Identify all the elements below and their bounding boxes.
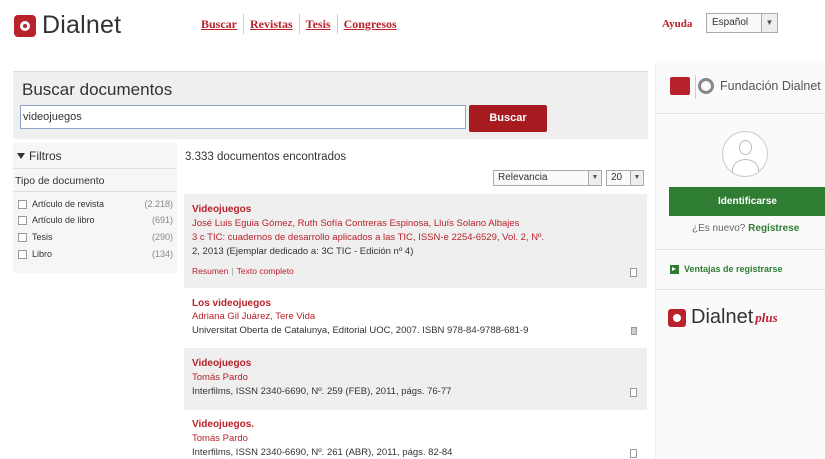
divider [656, 289, 825, 290]
dialnet-plus-icon [668, 308, 686, 327]
dialnet-plus-logo[interactable]: Dialnet plus [668, 306, 778, 329]
filter-count: (290) [151, 232, 173, 242]
benefits-link[interactable]: Ventajas de registrarse [670, 264, 783, 274]
resumen-link[interactable]: Resumen [192, 266, 228, 276]
avatar-head [739, 140, 752, 155]
filter-label: Tesis [32, 232, 53, 242]
result-item: Videojuegos. Tomás Pardo Interfilms, ISS… [184, 411, 647, 459]
separator: | [231, 266, 234, 276]
arrow-right-icon [670, 264, 679, 274]
filters-heading-label: Filtros [29, 149, 62, 163]
nav-tesis[interactable]: Tesis [300, 14, 338, 34]
book-icon[interactable] [631, 327, 637, 335]
benefits-label: Ventajas de registrarse [684, 264, 783, 274]
nav-congresos[interactable]: Congresos [338, 14, 403, 34]
help-link[interactable]: Ayuda [662, 18, 692, 30]
result-links: Resumen | Texto completo [192, 266, 294, 276]
search-panel: Buscar documentos videojuegos Buscar [13, 71, 648, 139]
document-icon[interactable] [630, 268, 637, 277]
right-sidebar: Fundación Dialnet Identificarse ¿Es nuev… [655, 63, 825, 459]
filter-label: Libro [32, 249, 53, 259]
dialnet-logo-icon [14, 14, 36, 37]
result-source: Interfilms, ISSN 2340-6690, Nº. 261 (ABR… [192, 447, 453, 458]
result-title[interactable]: Los videojuegos [192, 298, 271, 309]
university-seal-icon [670, 77, 690, 95]
user-avatar-icon [722, 131, 768, 177]
sort-select[interactable]: Relevancia ▼ [493, 170, 602, 186]
plus-text: Dialnet [691, 306, 754, 328]
document-icon[interactable] [630, 449, 637, 458]
header: Dialnet Buscar Revistas Tesis Congresos … [0, 0, 825, 50]
document-icon[interactable] [630, 388, 637, 397]
checkbox[interactable] [18, 216, 27, 225]
result-item: Videojuegos Tomás Pardo Interfilms, ISSN… [184, 348, 647, 410]
result-source: Interfilms, ISSN 2340-6690, Nº. 259 (FEB… [192, 386, 452, 397]
fundacion-dialnet-logo[interactable]: Fundación Dialnet [670, 77, 821, 95]
sort-value: Relevancia [498, 172, 548, 183]
checkbox[interactable] [18, 233, 27, 242]
filter-count: (134) [151, 249, 173, 259]
language-select[interactable]: Español ▼ [706, 13, 778, 33]
chevron-down-icon: ▼ [630, 171, 643, 185]
filters-heading[interactable]: Filtros [17, 149, 62, 163]
filters-panel: Filtros Tipo de documento Artículo de re… [13, 143, 177, 273]
checkbox[interactable] [18, 200, 27, 209]
divider [656, 249, 825, 250]
plus-sub: plus [755, 309, 778, 325]
result-source: Universitat Oberta de Catalunya, Editori… [192, 325, 529, 336]
search-title: Buscar documentos [22, 80, 173, 99]
divider [13, 168, 177, 169]
doc-type-heading: Tipo de documento [15, 175, 105, 187]
register-link[interactable]: Regístrese [748, 223, 799, 234]
filter-item-articulo-libro[interactable]: Artículo de libro (691) [18, 214, 173, 228]
filter-count: (691) [151, 215, 173, 225]
full-text-link[interactable]: Texto completo [237, 266, 294, 276]
filter-item-libro[interactable]: Libro (134) [18, 248, 173, 262]
dialnet-mark-icon [698, 78, 714, 94]
logo-text: Dialnet [42, 11, 122, 39]
divider [656, 113, 825, 114]
filter-icon [17, 153, 25, 159]
result-title[interactable]: Videojuegos [192, 204, 251, 215]
filter-label: Artículo de libro [32, 215, 95, 225]
result-item: Videojuegos José Luis Eguia Gómez, Ruth … [184, 194, 647, 288]
page-size-select[interactable]: 20 ▼ [606, 170, 644, 186]
results-count: 3.333 documentos encontrados [185, 151, 347, 163]
avatar-body [732, 159, 759, 176]
result-authors[interactable]: Tomás Pardo [192, 372, 248, 383]
result-title[interactable]: Videojuegos [192, 358, 251, 369]
result-source[interactable]: 3 c TIC: cuadernos de desarrollo aplicad… [192, 232, 544, 243]
chevron-down-icon: ▼ [588, 171, 601, 185]
search-input[interactable]: videojuegos [20, 105, 466, 129]
page-size-value: 20 [611, 172, 623, 183]
filter-item-articulo-revista[interactable]: Artículo de revista (2.218) [18, 198, 173, 212]
dialnet-logo[interactable]: Dialnet [14, 11, 121, 40]
filter-label: Artículo de revista [32, 199, 105, 209]
result-item: Los videojuegos Adriana Gil Juárez, Tere… [184, 290, 647, 346]
filter-count: (2.218) [144, 199, 173, 209]
divider [695, 75, 696, 99]
chevron-down-icon: ▼ [761, 14, 777, 32]
result-source-cont: 2, 2013 (Ejemplar dedicado a: 3C TIC - E… [192, 246, 414, 257]
new-user-question: ¿Es nuevo? [692, 223, 746, 234]
filter-item-tesis[interactable]: Tesis (290) [18, 231, 173, 245]
nav-revistas[interactable]: Revistas [244, 14, 300, 34]
result-title[interactable]: Videojuegos. [192, 419, 254, 430]
nav-buscar[interactable]: Buscar [195, 14, 244, 34]
result-authors[interactable]: Tomás Pardo [192, 433, 248, 444]
search-button[interactable]: Buscar [469, 105, 547, 132]
divider [13, 191, 177, 192]
identify-button[interactable]: Identificarse [669, 187, 825, 216]
checkbox[interactable] [18, 250, 27, 259]
register-prompt: ¿Es nuevo? Regístrese [692, 223, 799, 234]
main-nav: Buscar Revistas Tesis Congresos [195, 14, 403, 34]
result-authors[interactable]: José Luis Eguia Gómez, Ruth Sofía Contre… [192, 218, 519, 229]
language-value: Español [712, 17, 749, 28]
result-authors[interactable]: Adriana Gil Juárez, Tere Vida [192, 311, 315, 322]
fundacion-text: Fundación Dialnet [720, 79, 821, 93]
